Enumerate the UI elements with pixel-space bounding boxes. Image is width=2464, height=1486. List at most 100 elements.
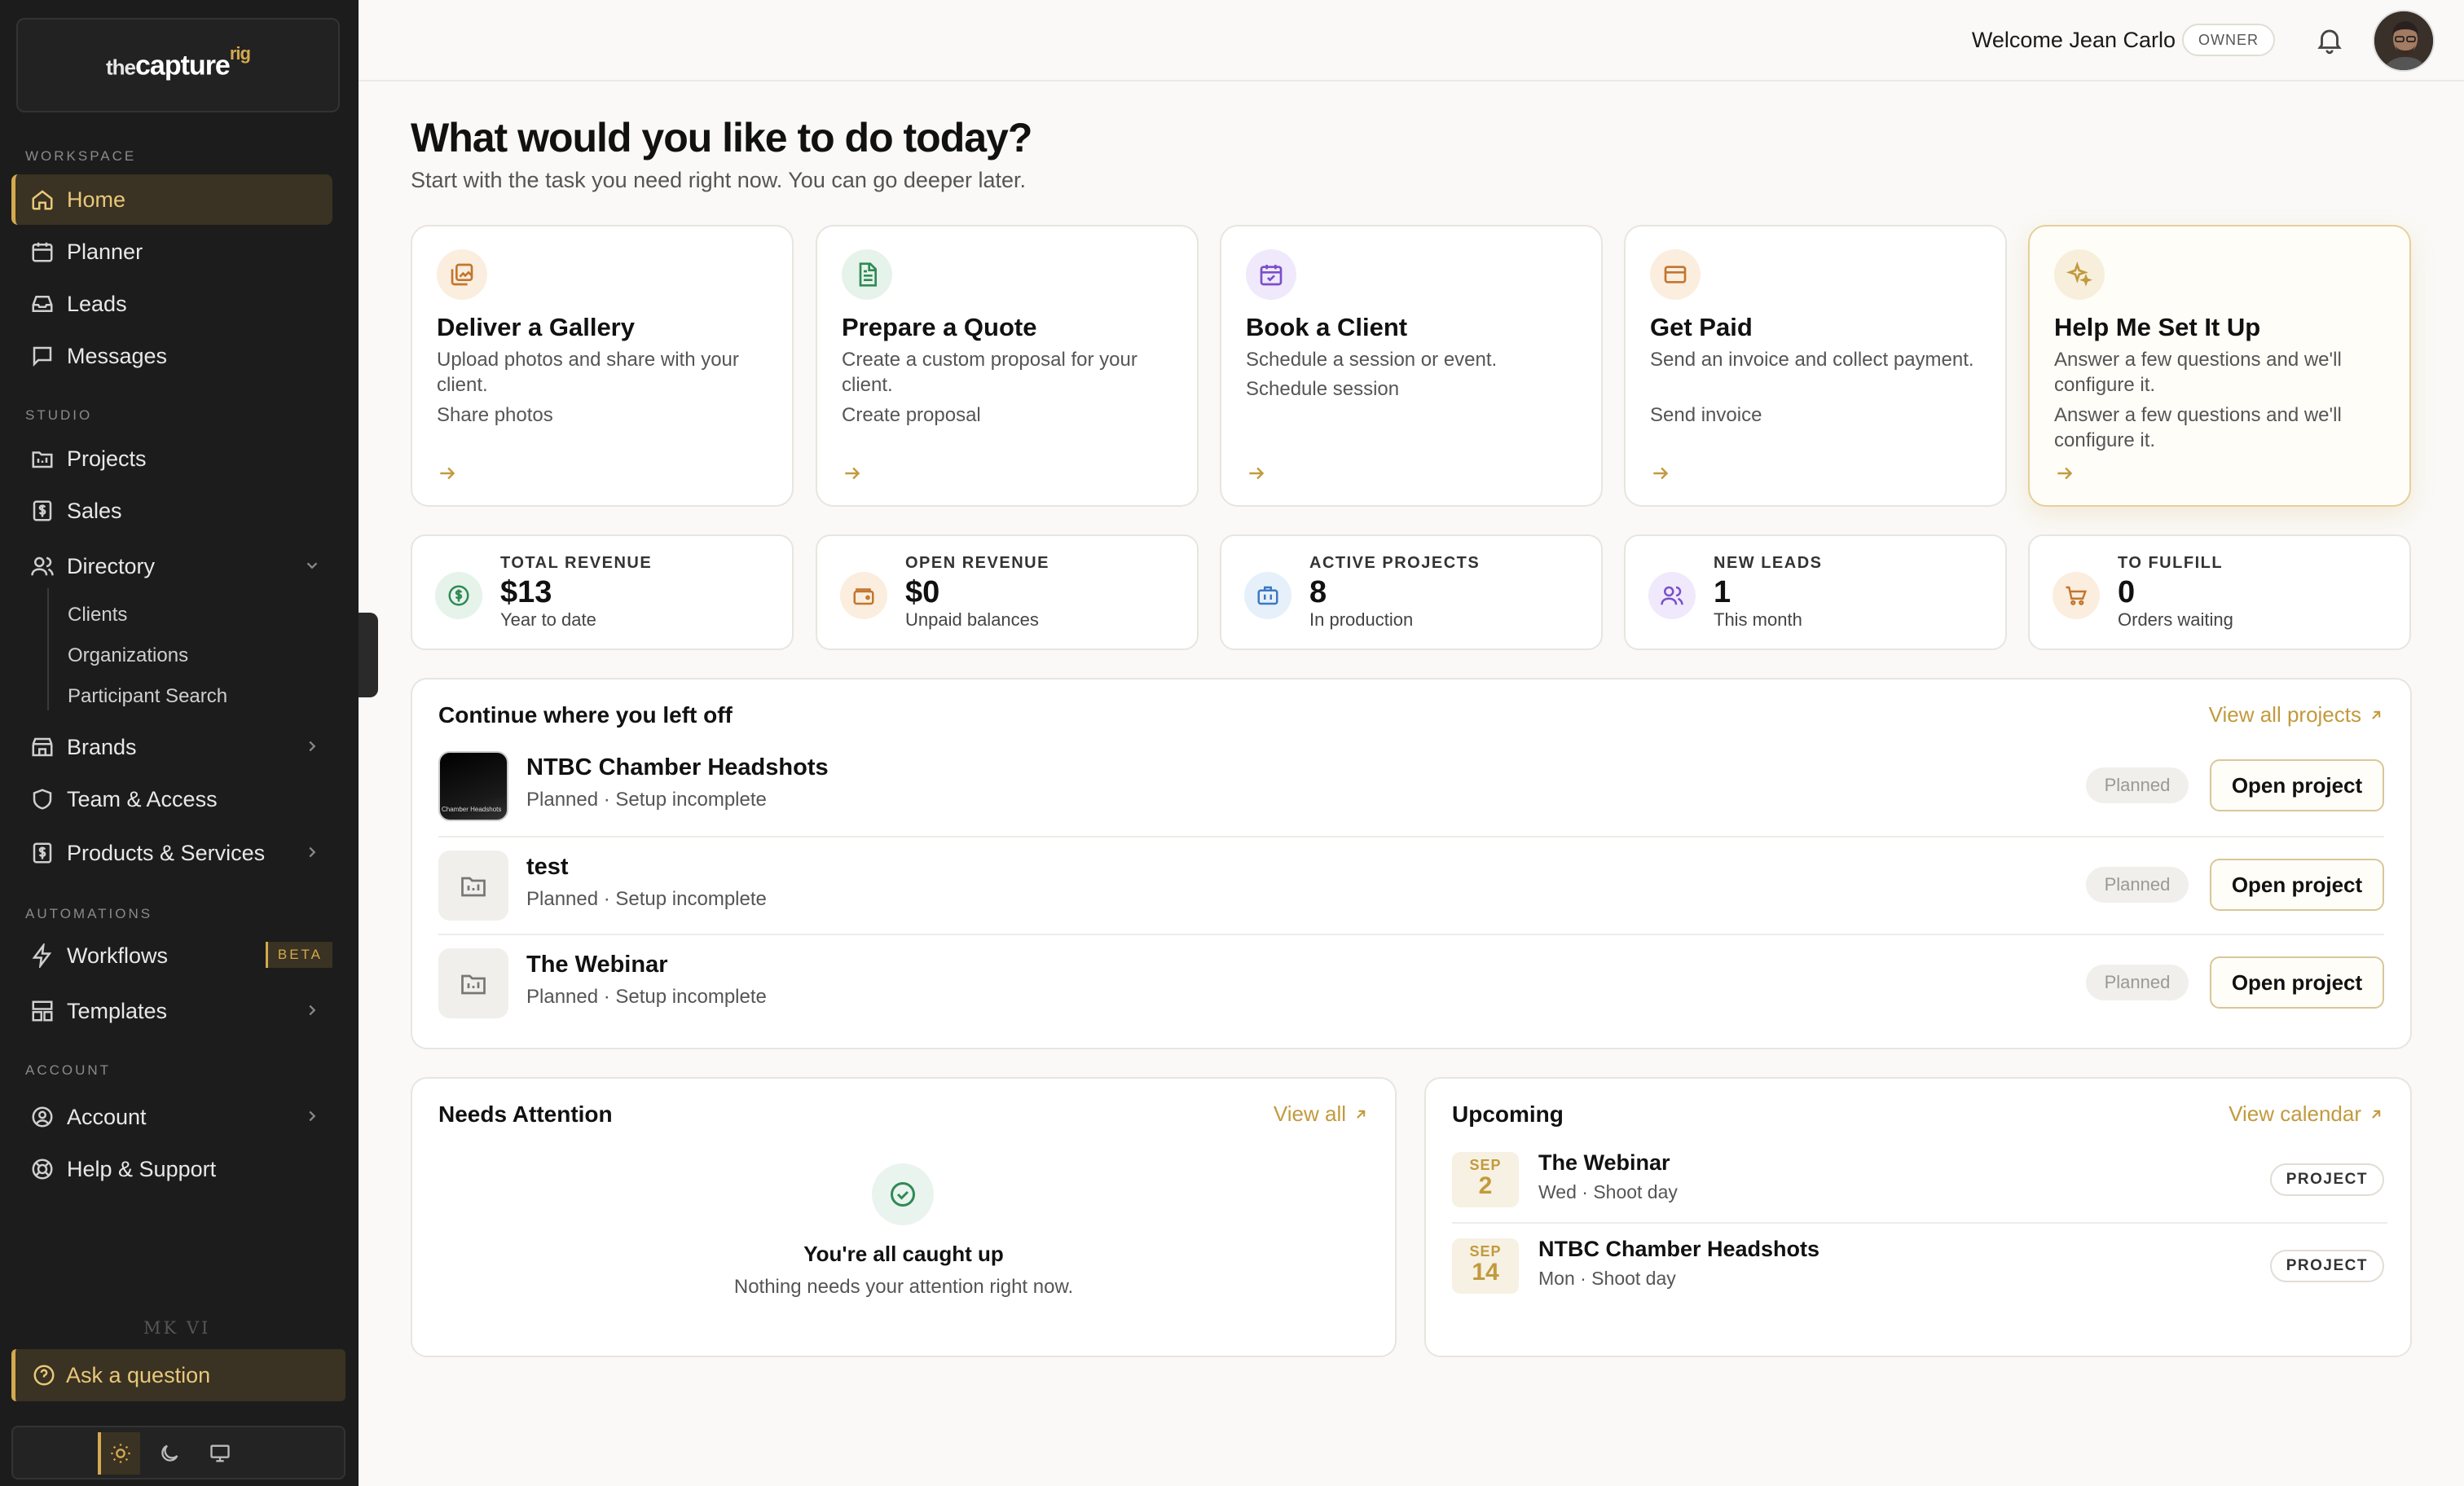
continue-panel: Continue where you left off View all pro… — [411, 678, 2412, 1049]
check-circle-icon — [872, 1163, 934, 1225]
sidebar-item-label: Account — [67, 1104, 147, 1129]
chevron-right-icon — [303, 737, 321, 755]
view-calendar-link[interactable]: View calendar — [2229, 1101, 2384, 1127]
sidebar-item-planner[interactable]: Planner — [11, 226, 332, 277]
avatar[interactable] — [2373, 10, 2435, 72]
users-icon — [28, 552, 57, 581]
section-label-workspace: WORKSPACE — [25, 148, 137, 164]
folder-icon — [28, 444, 57, 473]
sidebar-item-projects[interactable]: Projects — [11, 433, 332, 484]
stat-label: NEW LEADS — [1714, 554, 1823, 572]
event-name: The Webinar — [1538, 1150, 1670, 1175]
stat-active-projects[interactable]: ACTIVE PROJECTS 8 In production — [1220, 534, 1603, 650]
open-project-button[interactable]: Open project — [2210, 859, 2384, 911]
sidebar-subitem-participant-search[interactable]: Participant Search — [68, 685, 227, 708]
status-badge: Planned — [2086, 767, 2189, 803]
stat-open-revenue[interactable]: OPEN REVENUE $0 Unpaid balances — [816, 534, 1199, 650]
light-theme-button[interactable] — [98, 1432, 140, 1475]
project-thumbnail: Chamber Headshots — [438, 751, 508, 821]
logo[interactable]: thecapturerig — [16, 18, 340, 112]
ask-question-button[interactable]: Ask a question — [11, 1349, 345, 1401]
bell-icon[interactable] — [2314, 24, 2345, 55]
chevron-right-icon — [303, 843, 321, 861]
action-title: Prepare a Quote — [842, 313, 1037, 341]
sidebar-item-team-access[interactable]: Team & Access — [11, 774, 332, 824]
action-title: Deliver a Gallery — [437, 313, 635, 341]
stat-to-fulfill[interactable]: TO FULFILL 0 Orders waiting — [2028, 534, 2411, 650]
action-card-get-paid[interactable]: Get Paid Send an invoice and collect pay… — [1624, 225, 2007, 507]
sidebar-item-products-services[interactable]: Products & Services — [11, 828, 332, 878]
event-tag: PROJECT — [2269, 1163, 2384, 1196]
event-meta: Wed · Shoot day — [1538, 1181, 1678, 1202]
action-title: Get Paid — [1650, 313, 1753, 341]
action-sublabel: Schedule session — [1246, 378, 1400, 400]
chevron-down-icon — [303, 556, 321, 574]
stat-total-revenue[interactable]: TOTAL REVENUE $13 Year to date — [411, 534, 794, 650]
stat-new-leads[interactable]: NEW LEADS 1 This month — [1624, 534, 2007, 650]
users-icon — [1648, 572, 1696, 619]
status-badge: Planned — [2086, 965, 2189, 1000]
sidebar-subitem-clients[interactable]: Clients — [68, 604, 127, 626]
date-day: 2 — [1478, 1172, 1493, 1199]
open-project-button[interactable]: Open project — [2210, 956, 2384, 1009]
action-title: Help Me Set It Up — [2054, 313, 2261, 341]
stat-label: TO FULFILL — [2118, 554, 2224, 572]
action-card-deliver-gallery[interactable]: Deliver a Gallery Upload photos and shar… — [411, 225, 794, 507]
section-label-account: ACCOUNT — [25, 1062, 112, 1078]
sidebar-item-leads[interactable]: Leads — [11, 279, 332, 329]
sidebar-subitem-organizations[interactable]: Organizations — [68, 644, 188, 667]
view-all-link[interactable]: View all — [1274, 1101, 1369, 1127]
sidebar-collapse-handle[interactable] — [359, 613, 378, 697]
sidebar-item-brands[interactable]: Brands — [11, 722, 332, 772]
action-sublabel: Create proposal — [842, 404, 981, 426]
inbox-icon — [28, 289, 57, 319]
sidebar-item-messages[interactable]: Messages — [11, 331, 332, 381]
sidebar-item-label: Products & Services — [67, 840, 266, 865]
sidebar-item-workflows[interactable]: Workflows BETA — [11, 930, 332, 981]
project-name: NTBC Chamber Headshots — [526, 754, 829, 780]
edition-mark: MK VI — [143, 1318, 211, 1338]
open-project-button[interactable]: Open project — [2210, 759, 2384, 811]
help-circle-icon — [32, 1363, 56, 1387]
sidebar-item-label: Home — [67, 187, 126, 212]
user-circle-icon — [28, 1102, 57, 1132]
chevron-right-icon — [303, 1001, 321, 1019]
sidebar-item-home[interactable]: Home — [11, 174, 332, 225]
project-meta: Planned · Setup incomplete — [526, 789, 767, 811]
action-card-prepare-quote[interactable]: Prepare a Quote Create a custom proposal… — [816, 225, 1199, 507]
event-tag: PROJECT — [2269, 1250, 2384, 1282]
view-all-projects-link[interactable]: View all projects — [2209, 702, 2384, 728]
stat-label: ACTIVE PROJECTS — [1309, 554, 1481, 572]
action-description: Upload photos and share with your client… — [437, 349, 739, 396]
sidebar-item-label: Brands — [67, 734, 137, 759]
arrow-right-icon — [842, 463, 863, 484]
theme-switcher — [11, 1426, 345, 1479]
sidebar-item-label: Team & Access — [67, 786, 218, 811]
panel-title: Needs Attention — [438, 1101, 613, 1127]
sidebar-item-label: Sales — [67, 498, 122, 523]
sidebar-item-label: Planner — [67, 239, 143, 264]
stat-label: OPEN REVENUE — [905, 554, 1049, 572]
calendar-check-icon — [1246, 249, 1296, 300]
dark-theme-button[interactable] — [148, 1432, 191, 1475]
link-label: View all — [1273, 1101, 1346, 1126]
system-theme-button[interactable] — [199, 1432, 241, 1475]
sidebar-item-directory[interactable]: Directory — [11, 541, 332, 591]
briefcase-icon — [1244, 572, 1291, 619]
sidebar-item-help-support[interactable]: Help & Support — [11, 1144, 332, 1194]
event-name: NTBC Chamber Headshots — [1538, 1237, 1820, 1261]
logo-main: capture — [135, 50, 231, 81]
welcome-text: Welcome Jean Carlo — [1971, 28, 2176, 52]
date-month: SEP — [1469, 1243, 1502, 1260]
sidebar-item-account[interactable]: Account — [11, 1092, 332, 1142]
sidebar-item-templates[interactable]: Templates — [11, 986, 332, 1036]
action-description: Schedule a session or event. — [1246, 349, 1498, 371]
stat-sublabel: In production — [1309, 609, 1414, 630]
row-divider — [1452, 1222, 2387, 1224]
sidebar-item-sales[interactable]: Sales — [11, 486, 332, 536]
action-card-book-client[interactable]: Book a Client Schedule a session or even… — [1220, 225, 1603, 507]
stat-sublabel: Orders waiting — [2118, 609, 2233, 630]
sparkle-icon — [2054, 249, 2105, 300]
action-card-help-setup[interactable]: Help Me Set It Up Answer a few questions… — [2028, 225, 2411, 507]
logo-suffix: rig — [229, 43, 251, 64]
